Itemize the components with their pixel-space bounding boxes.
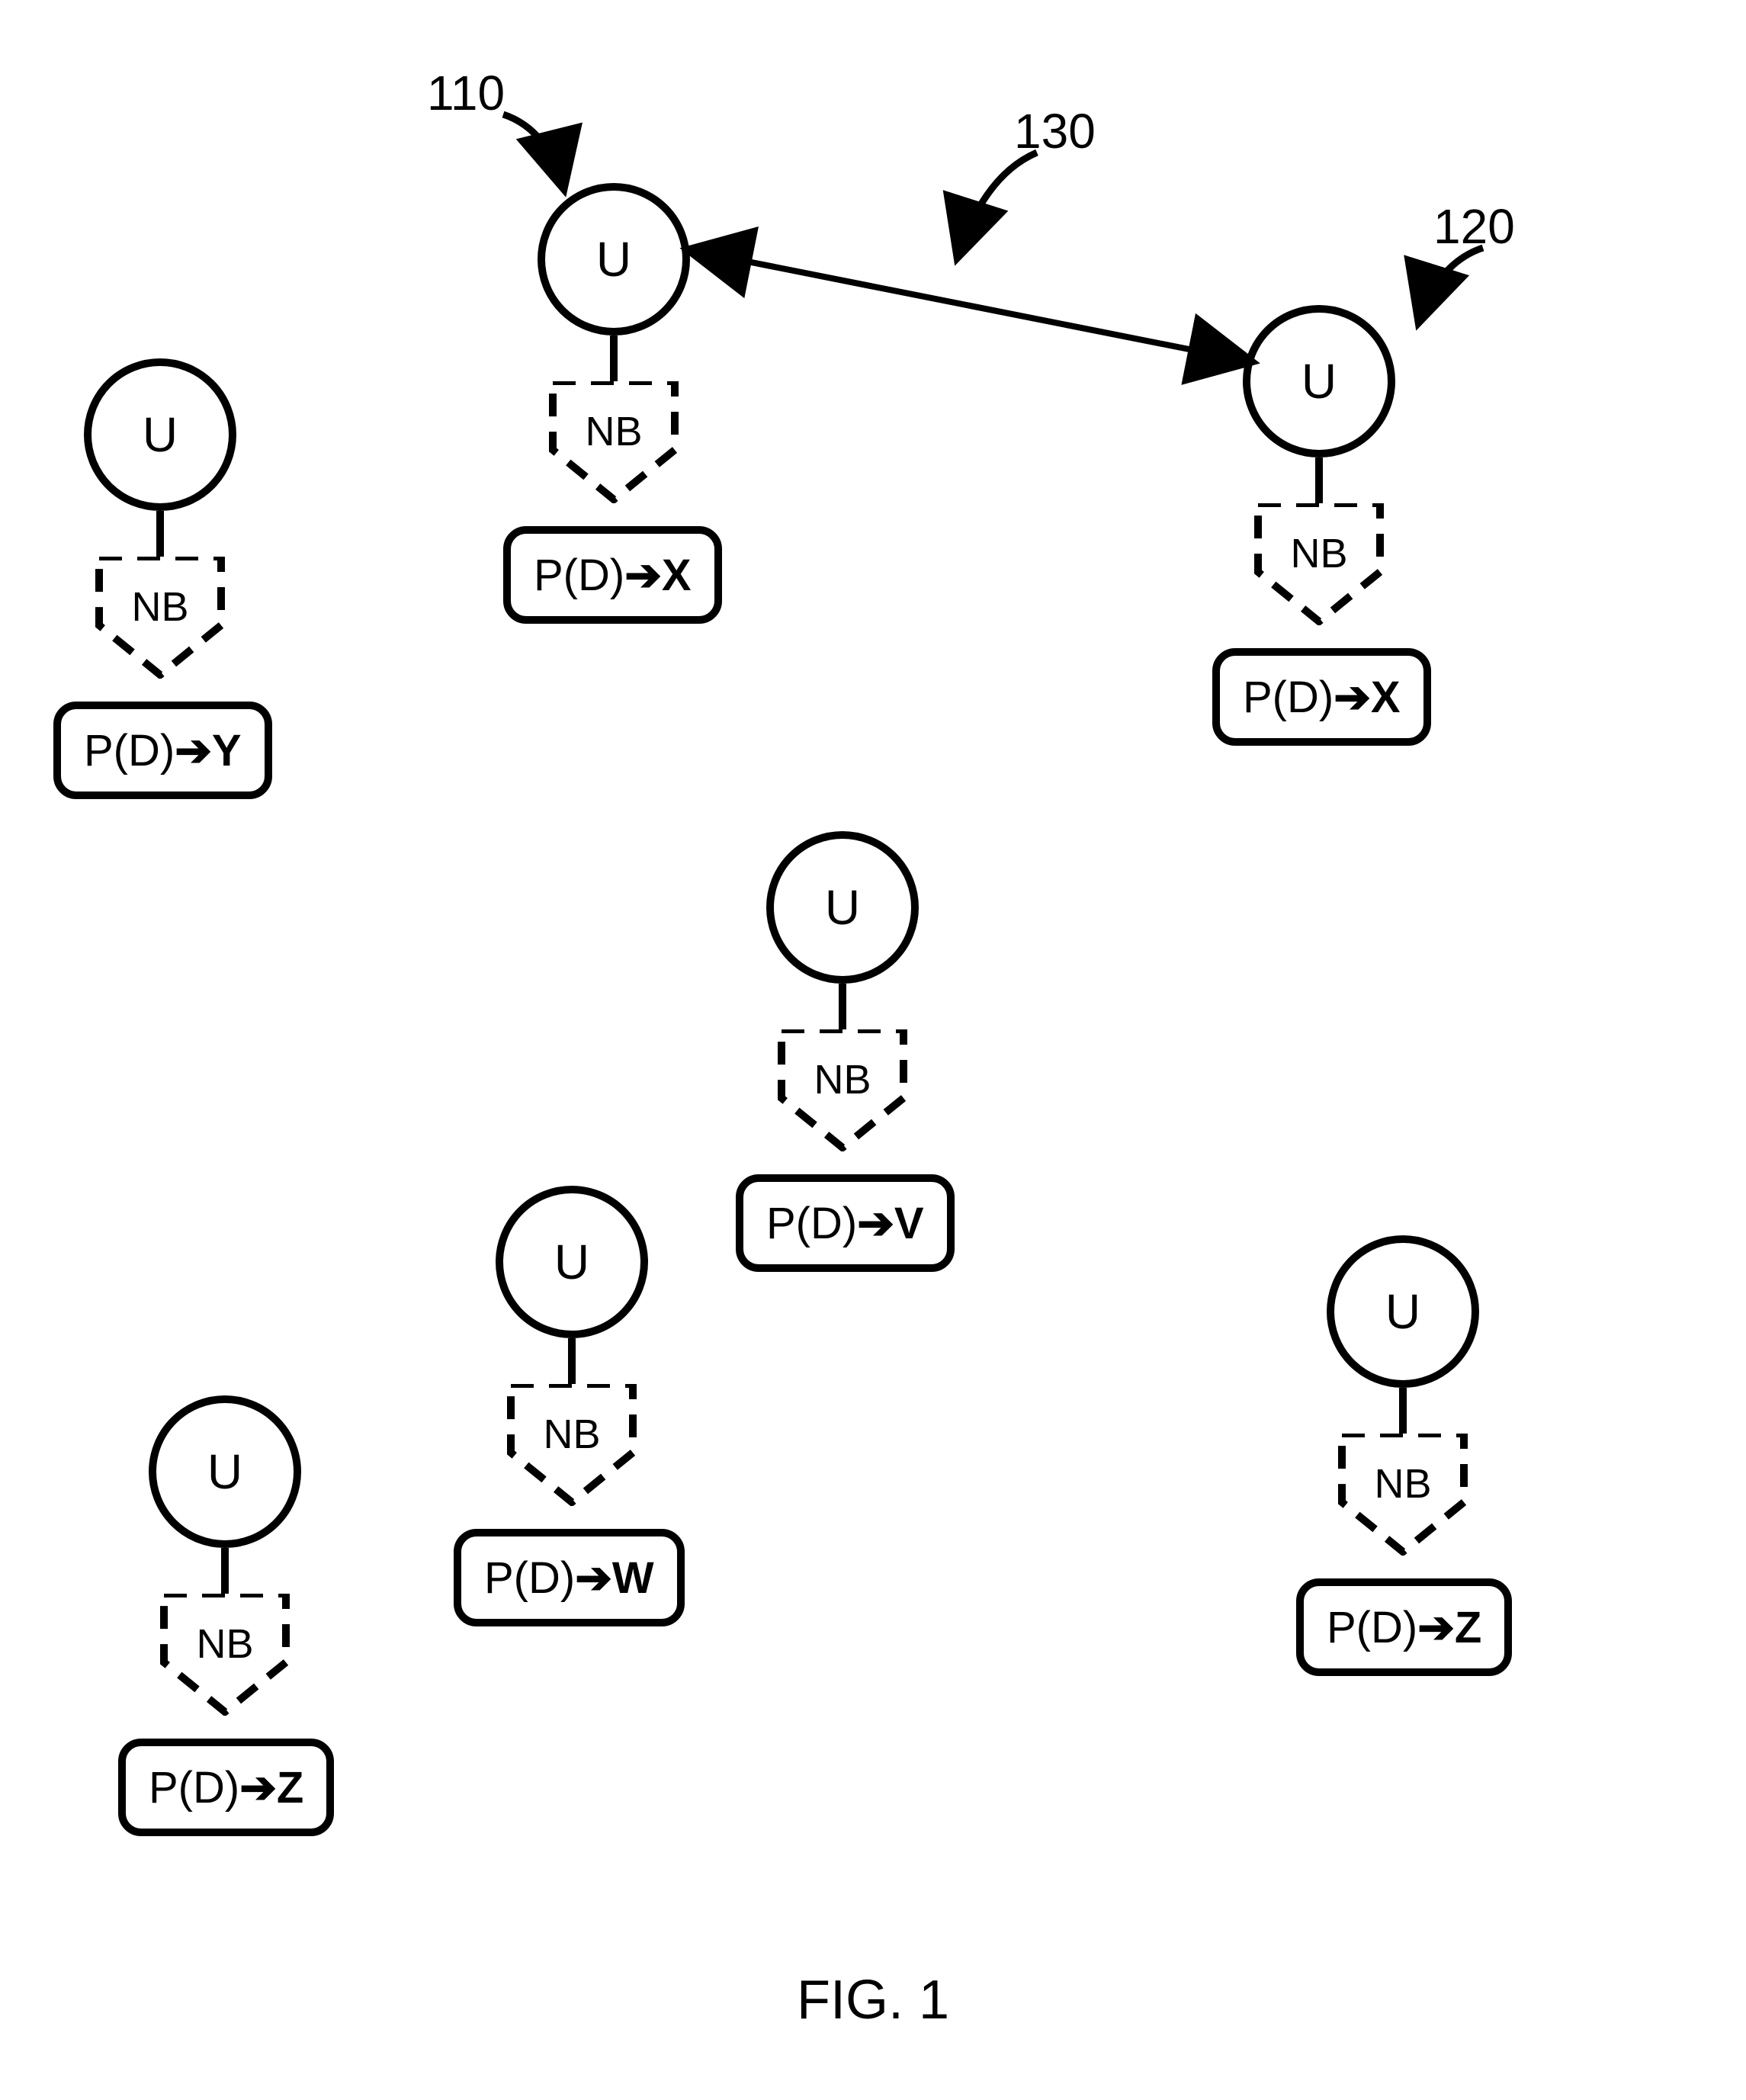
node-3: U NB P(D)➔Y xyxy=(84,358,236,511)
prob-prefix: P(D) xyxy=(1243,673,1334,722)
probability-box: P(D)➔X xyxy=(503,526,722,624)
u-label: U xyxy=(825,879,860,936)
prob-prefix: P(D) xyxy=(766,1199,857,1248)
probability-box: P(D)➔W xyxy=(454,1529,685,1626)
probability-box: P(D)➔Z xyxy=(1296,1578,1512,1676)
u-label: U xyxy=(1385,1283,1420,1340)
connector xyxy=(221,1548,229,1594)
nb-box: NB xyxy=(538,381,690,503)
probability-box: P(D)➔Z xyxy=(118,1739,334,1836)
u-label: U xyxy=(1301,353,1337,409)
prob-target: W xyxy=(612,1553,654,1603)
nb-box: NB xyxy=(1327,1434,1479,1556)
nb-label: NB xyxy=(149,1620,301,1668)
probability-box: P(D)➔X xyxy=(1212,648,1431,746)
u-label: U xyxy=(207,1443,242,1500)
connector xyxy=(1399,1388,1407,1434)
node-6: U NB P(D)➔Z xyxy=(1327,1235,1479,1388)
prob-target: Z xyxy=(277,1763,303,1813)
ref-arrow-110 xyxy=(473,92,595,214)
connection-arrow xyxy=(671,214,1281,427)
nb-label: NB xyxy=(1327,1460,1479,1508)
prob-prefix: P(D) xyxy=(84,726,175,775)
node-5: U NB P(D)➔W xyxy=(496,1186,648,1338)
prob-prefix: P(D) xyxy=(1327,1603,1417,1652)
probability-box: P(D)➔Y xyxy=(53,702,272,799)
node-4: U NB P(D)➔V xyxy=(766,831,919,984)
connector xyxy=(610,336,618,381)
prob-prefix: P(D) xyxy=(149,1763,239,1813)
prob-target: X xyxy=(662,551,692,600)
user-circle: U xyxy=(149,1395,301,1548)
nb-box: NB xyxy=(149,1594,301,1716)
nb-box: NB xyxy=(496,1384,648,1506)
nb-label: NB xyxy=(1243,530,1395,577)
user-circle: U xyxy=(1327,1235,1479,1388)
node-7: U NB P(D)➔Z xyxy=(149,1395,301,1548)
prob-prefix: P(D) xyxy=(484,1553,575,1603)
connector xyxy=(156,511,164,557)
probability-box: P(D)➔V xyxy=(736,1174,955,1272)
u-label: U xyxy=(143,406,178,463)
prob-target: Y xyxy=(212,726,242,775)
connector xyxy=(1315,458,1323,503)
nb-label: NB xyxy=(766,1056,919,1103)
user-circle: U xyxy=(766,831,919,984)
nb-box: NB xyxy=(1243,503,1395,625)
nb-label: NB xyxy=(496,1411,648,1458)
user-circle: U xyxy=(496,1186,648,1338)
user-circle: U xyxy=(84,358,236,511)
connector xyxy=(568,1338,576,1384)
prob-target: X xyxy=(1371,673,1401,722)
prob-prefix: P(D) xyxy=(534,551,624,600)
nb-box: NB xyxy=(84,557,236,679)
u-label: U xyxy=(596,231,631,287)
figure-label: FIG. 1 xyxy=(797,1969,949,2031)
u-label: U xyxy=(554,1234,589,1290)
nb-box: NB xyxy=(766,1029,919,1151)
nb-label: NB xyxy=(538,408,690,455)
prob-target: V xyxy=(894,1199,924,1248)
nb-label: NB xyxy=(84,583,236,631)
prob-target: Z xyxy=(1455,1603,1481,1652)
connector xyxy=(839,984,846,1029)
ref-arrow-120 xyxy=(1391,225,1513,347)
